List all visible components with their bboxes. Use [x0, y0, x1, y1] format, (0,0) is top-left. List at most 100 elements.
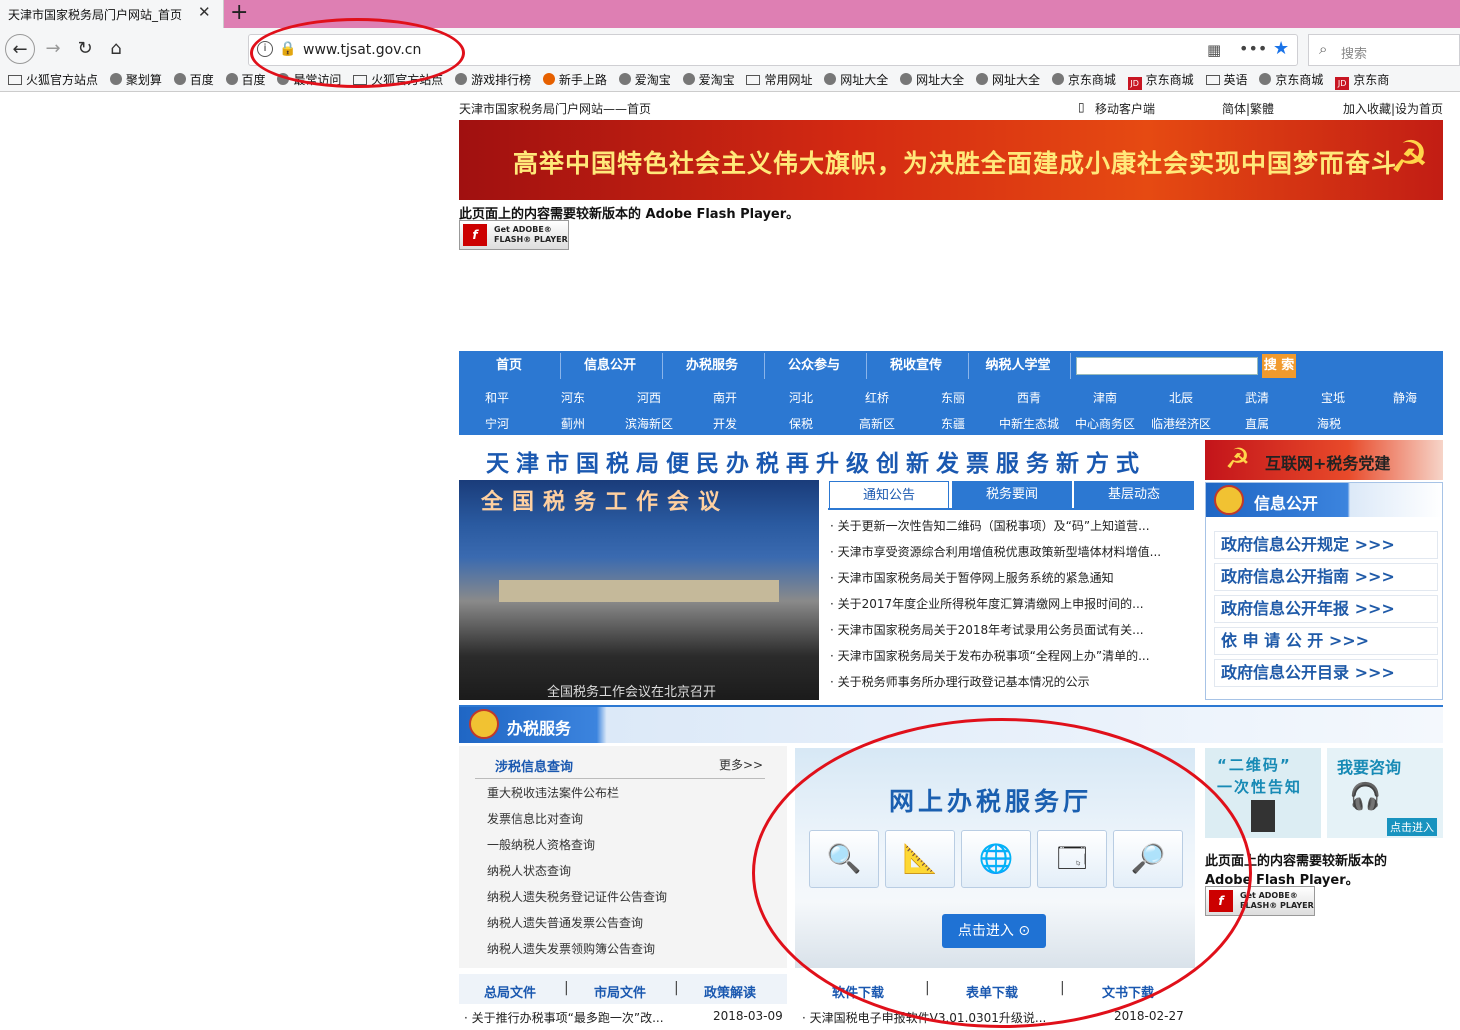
- district-link[interactable]: 保税: [763, 415, 839, 432]
- bookmark-item[interactable]: 英语: [1205, 70, 1248, 90]
- home-icon[interactable]: ⌂: [101, 34, 131, 64]
- district-link[interactable]: 蓟州: [535, 415, 611, 432]
- district-link[interactable]: 滨海新区: [611, 415, 687, 432]
- bookmark-item[interactable]: 百度: [225, 70, 266, 90]
- query-title[interactable]: 涉税信息查询: [495, 756, 573, 775]
- district-link[interactable]: 南开: [687, 389, 763, 406]
- bookmark-item[interactable]: 常用网址: [746, 70, 812, 90]
- district-link[interactable]: 西青: [991, 389, 1067, 406]
- district-link[interactable]: 中新生态城: [991, 415, 1067, 432]
- tab-tax-news[interactable]: 税务要闻: [952, 481, 1072, 509]
- bookmark-item[interactable]: 京东商城: [1259, 70, 1323, 90]
- tab-city-docs[interactable]: 市局文件: [594, 982, 646, 1001]
- tab-central-docs[interactable]: 总局文件: [484, 982, 536, 1001]
- bookmark-item[interactable]: 网址大全: [900, 70, 964, 90]
- mobile-client-link[interactable]: 移动客户端: [1095, 100, 1155, 117]
- district-link[interactable]: 直属: [1219, 415, 1295, 432]
- bookmark-item[interactable]: 网址大全: [975, 70, 1040, 90]
- bookmark-item[interactable]: 聚划算: [109, 70, 162, 90]
- bookmark-item[interactable]: 京东商城: [1051, 70, 1116, 90]
- consult-banner[interactable]: 我要咨询 🎧 点击进入: [1327, 748, 1443, 838]
- breadcrumb: 天津市国家税务局门户网站——首页: [459, 102, 652, 116]
- browser-search-box[interactable]: ⌕ 搜索: [1308, 34, 1460, 66]
- district-link[interactable]: 北辰: [1143, 389, 1219, 406]
- tax-emblem-icon: [1214, 485, 1244, 515]
- district-link[interactable]: 东丽: [915, 389, 991, 406]
- new-tab-button[interactable]: +: [230, 0, 248, 25]
- party-building-banner[interactable]: ☭ 互联网+税务党建: [1205, 440, 1443, 480]
- info-link[interactable]: 政府信息公开指南 >>>: [1214, 563, 1438, 591]
- query-item[interactable]: 纳税人遗失税务登记证件公告查询: [487, 888, 667, 905]
- news-item[interactable]: · 天津市享受资源综合利用增值税优惠政策新型墙体材料增值...: [830, 543, 1161, 560]
- language-switch[interactable]: 简体|繁體: [1222, 100, 1274, 117]
- bookmark-item[interactable]: 火狐官方站点: [8, 70, 98, 90]
- district-link[interactable]: 宁河: [459, 415, 535, 432]
- district-link[interactable]: 武清: [1219, 389, 1295, 406]
- nav-public-participation[interactable]: 公众参与: [764, 351, 864, 381]
- tab-policy-interpretation[interactable]: 政策解读: [704, 982, 756, 1001]
- bookmark-item[interactable]: JD 京东商城: [1127, 70, 1194, 90]
- district-link[interactable]: 临港经济区: [1143, 415, 1219, 432]
- district-link[interactable]: 中心商务区: [1067, 415, 1143, 432]
- bookmark-item[interactable]: 爱淘宝: [618, 70, 671, 90]
- query-item[interactable]: 纳税人遗失发票领购簿公告查询: [487, 940, 655, 957]
- info-link[interactable]: 政府信息公开规定 >>>: [1214, 531, 1438, 559]
- query-item[interactable]: 纳税人状态查询: [487, 862, 571, 879]
- news-item[interactable]: · 关于2017年度企业所得税年度汇算清缴网上申报时间的...: [830, 595, 1144, 612]
- bookmark-item[interactable]: 爱淘宝: [682, 70, 735, 90]
- query-more-link[interactable]: 更多>>: [719, 756, 763, 773]
- bookmark-item[interactable]: 新手上路: [542, 70, 607, 90]
- news-item[interactable]: · 关于税务师事务所办理行政登记基本情况的公示: [830, 673, 1090, 690]
- query-item[interactable]: 一般纳税人资格查询: [487, 836, 595, 853]
- close-tab-icon[interactable]: ✕: [198, 3, 211, 21]
- news-item[interactable]: · 天津市国家税务局关于暂停网上服务系统的紧急通知: [830, 569, 1114, 586]
- news-photo[interactable]: 全国税务工作会议 全国税务工作会议在北京召开: [459, 480, 819, 700]
- nav-taxpayer-school[interactable]: 纳税人学堂: [968, 351, 1068, 381]
- district-link[interactable]: 河东: [535, 389, 611, 406]
- favorite-link[interactable]: 加入收藏|设为首页: [1343, 100, 1443, 117]
- district-link[interactable]: 东疆: [915, 415, 991, 432]
- nav-tax-promotion[interactable]: 税收宣传: [866, 351, 966, 381]
- district-link[interactable]: 津南: [1067, 389, 1143, 406]
- district-link[interactable]: 红桥: [839, 389, 915, 406]
- news-item[interactable]: · 天津市国家税务局关于发布办税事项“全程网上办”清单的...: [830, 647, 1150, 664]
- district-link[interactable]: 河西: [611, 389, 687, 406]
- district-link[interactable]: 高新区: [839, 415, 915, 432]
- district-link[interactable]: 海税: [1291, 415, 1367, 432]
- info-link[interactable]: 依 申 请 公 开 >>>: [1214, 627, 1438, 655]
- info-link[interactable]: 政府信息公开年报 >>>: [1214, 595, 1438, 623]
- district-link[interactable]: 静海: [1367, 389, 1443, 406]
- back-icon[interactable]: ←: [5, 34, 35, 64]
- query-item[interactable]: 纳税人遗失普通发票公告查询: [487, 914, 643, 931]
- district-link[interactable]: 和平: [459, 389, 535, 406]
- more-actions-icon[interactable]: •••: [1239, 39, 1267, 58]
- info-link[interactable]: 政府信息公开目录 >>>: [1214, 659, 1438, 687]
- forward-icon[interactable]: →: [38, 34, 68, 64]
- bookmark-item[interactable]: 网址大全: [824, 70, 888, 90]
- bookmark-star-icon[interactable]: ★: [1273, 38, 1289, 59]
- bookmark-item[interactable]: JD 京东商: [1335, 70, 1389, 90]
- globe-icon: [682, 73, 695, 85]
- district-link[interactable]: 宝坻: [1295, 389, 1371, 406]
- browser-tab[interactable]: 天津市国家税务局门户网站_首页 ✕: [0, 0, 224, 28]
- headline[interactable]: 天津市国税局便民办税再升级创新发票服务新方式: [486, 444, 1146, 478]
- query-item[interactable]: 发票信息比对查询: [487, 810, 583, 827]
- district-link[interactable]: 开发: [687, 415, 763, 432]
- qr-code-icon[interactable]: ▦: [1207, 41, 1221, 59]
- nav-tax-service[interactable]: 办税服务: [662, 351, 762, 381]
- news-item[interactable]: · 天津市国家税务局关于2018年考试录用公务员面试有关...: [830, 621, 1144, 638]
- query-item[interactable]: 重大税收违法案件公布栏: [487, 784, 619, 801]
- news-item[interactable]: · 关于更新一次性告知二维码（国税事项）及“码”上知道营...: [830, 517, 1150, 534]
- tab-notices[interactable]: 通知公告: [829, 481, 949, 509]
- bookmark-item[interactable]: 百度: [173, 70, 214, 90]
- nav-home[interactable]: 首页: [459, 351, 559, 381]
- get-flash-button[interactable]: f Get ADOBE® FLASH® PLAYER: [459, 220, 569, 250]
- reload-icon[interactable]: ↻: [70, 34, 100, 64]
- doc-item[interactable]: · 关于推行办税事项“最多跑一次”改...: [464, 1009, 664, 1026]
- site-search-input[interactable]: [1076, 357, 1258, 375]
- site-search-button[interactable]: 搜 索: [1262, 354, 1296, 378]
- nav-info-public[interactable]: 信息公开: [560, 351, 660, 381]
- tab-local-news[interactable]: 基层动态: [1074, 481, 1194, 509]
- district-link[interactable]: 河北: [763, 389, 839, 406]
- bookmark-item[interactable]: 游戏排行榜: [455, 70, 531, 90]
